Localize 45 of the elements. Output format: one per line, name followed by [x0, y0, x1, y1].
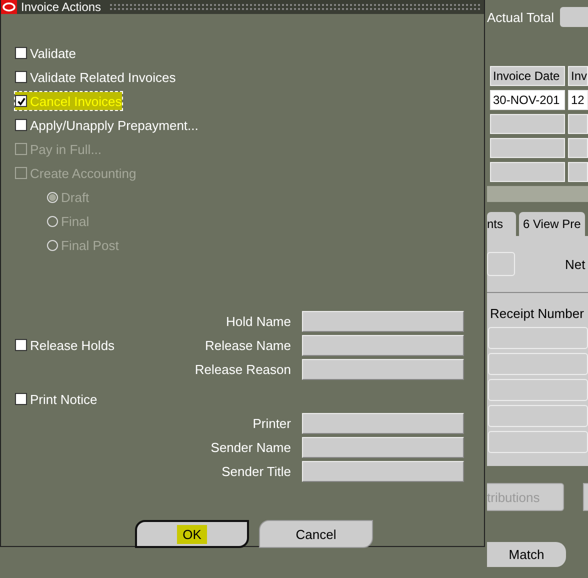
- table-cell[interactable]: [490, 138, 565, 158]
- table-cell[interactable]: [488, 379, 588, 401]
- input-field[interactable]: [302, 412, 464, 434]
- input-field[interactable]: [302, 334, 464, 356]
- table-cell[interactable]: 12: [568, 90, 588, 110]
- checkbox[interactable]: Apply/Unapply Prepayment...: [15, 116, 198, 134]
- table-cell[interactable]: [568, 138, 588, 158]
- net-label: Net: [565, 256, 586, 272]
- table-cell[interactable]: 30-NOV-201: [490, 90, 565, 110]
- table-cell[interactable]: [490, 114, 565, 134]
- input-field[interactable]: [302, 460, 464, 482]
- match-button[interactable]: Match: [487, 542, 566, 567]
- column-header: Inv: [568, 66, 588, 86]
- field-label: Printer: [252, 416, 291, 430]
- cancel-button[interactable]: Cancel: [259, 520, 373, 548]
- field-label: Release Name: [205, 338, 291, 352]
- table-cell[interactable]: [568, 162, 588, 182]
- actual-total-label: Actual Total: [487, 10, 554, 24]
- field-label: Sender Name: [210, 440, 291, 454]
- ok-button[interactable]: OK: [135, 520, 249, 548]
- table-cell[interactable]: [568, 114, 588, 134]
- check-icon: [16, 96, 26, 106]
- checkbox[interactable]: Validate Related Invoices: [15, 68, 176, 86]
- oracle-logo-icon: [1, 0, 17, 14]
- field-label: Sender Title: [222, 464, 291, 478]
- actual-total-field[interactable]: [560, 7, 588, 27]
- tab[interactable]: 6 View Pre: [519, 212, 585, 236]
- input-field[interactable]: [302, 310, 464, 332]
- table-cell[interactable]: [490, 162, 565, 182]
- checkbox[interactable]: Release Holds: [15, 336, 115, 354]
- checkbox[interactable]: Validate: [15, 44, 76, 62]
- table-cell[interactable]: [488, 431, 588, 453]
- input-field[interactable]: [302, 436, 464, 458]
- checkbox[interactable]: Print Notice: [15, 390, 98, 408]
- field-label: Hold Name: [226, 314, 291, 328]
- table-cell[interactable]: [488, 405, 588, 427]
- amount-field[interactable]: [487, 252, 515, 276]
- column-header: Receipt Number: [489, 304, 585, 323]
- tab[interactable]: nts: [487, 212, 516, 236]
- table-cell[interactable]: [488, 353, 588, 375]
- window-title: Invoice Actions: [21, 0, 102, 14]
- table-cell[interactable]: [488, 327, 588, 349]
- input-field[interactable]: [302, 358, 464, 380]
- column-header: Invoice Date: [490, 66, 565, 86]
- field-label: Release Reason: [194, 362, 291, 376]
